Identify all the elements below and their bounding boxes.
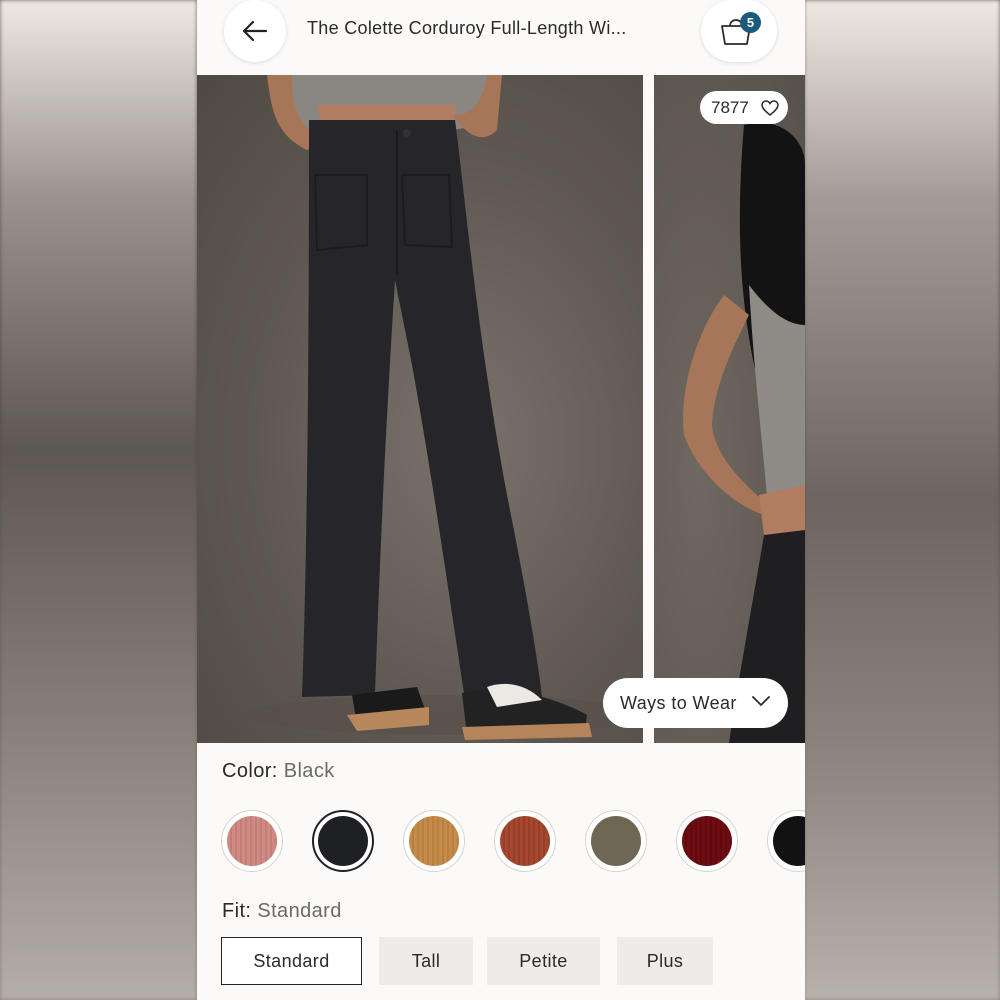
- model-wearing-pants-image: [247, 75, 643, 740]
- selected-fit: Standard: [257, 900, 342, 922]
- fit-label: Fit:: [222, 900, 252, 922]
- swatch-burgundy[interactable]: [676, 810, 738, 872]
- selected-color: Black: [283, 760, 335, 782]
- swatch-camel[interactable]: [403, 810, 465, 872]
- shopping-bag-button[interactable]: 5: [701, 0, 777, 62]
- fit-label-row: Fit: Standard: [222, 900, 342, 923]
- swatch-black-2[interactable]: [767, 810, 805, 872]
- ways-to-wear-button[interactable]: Ways to Wear: [603, 678, 788, 728]
- swatch-olive[interactable]: [585, 810, 647, 872]
- fit-option-tall[interactable]: Tall: [379, 937, 473, 985]
- swatch-rust[interactable]: [494, 810, 556, 872]
- swatch-pink[interactable]: [221, 810, 283, 872]
- back-button[interactable]: [224, 0, 286, 62]
- chevron-down-icon: [752, 696, 770, 706]
- like-button[interactable]: 7877: [700, 91, 788, 124]
- swatch-black[interactable]: [312, 810, 374, 872]
- color-label-row: Color: Black: [222, 760, 335, 783]
- top-bar: The Colette Corduroy Full-Length Wi... 5: [197, 0, 805, 75]
- like-count: 7877: [711, 97, 749, 117]
- fit-option-standard[interactable]: Standard: [221, 937, 362, 985]
- fit-option-petite[interactable]: Petite: [487, 937, 600, 985]
- background-blur-left: [0, 0, 197, 1000]
- product-title: The Colette Corduroy Full-Length Wi...: [307, 18, 627, 38]
- app-screen: The Colette Corduroy Full-Length Wi... 5: [197, 0, 805, 1000]
- fit-option-plus[interactable]: Plus: [617, 937, 713, 985]
- product-photo-main[interactable]: [197, 75, 643, 743]
- ways-to-wear-label: Ways to Wear: [620, 692, 737, 713]
- arrow-left-icon: [242, 20, 268, 42]
- color-label: Color:: [222, 760, 278, 782]
- color-swatches: [221, 810, 805, 872]
- background-blur-right: [804, 0, 1000, 1000]
- model-side-image: [683, 122, 805, 743]
- heart-icon: [761, 100, 779, 116]
- bag-count-badge: 5: [740, 12, 761, 33]
- product-photo-secondary[interactable]: [654, 75, 805, 743]
- product-image-gallery[interactable]: 7877 Ways to Wear: [197, 75, 805, 743]
